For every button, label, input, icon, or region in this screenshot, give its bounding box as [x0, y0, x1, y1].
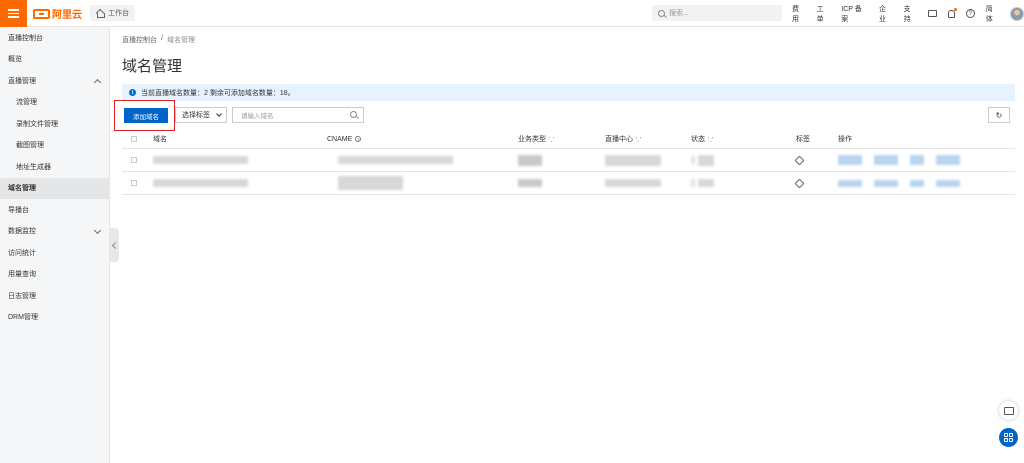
logo-text: 阿里云 — [52, 10, 82, 21]
help-icon[interactable]: ? — [965, 9, 975, 18]
link-billing[interactable]: 费用 — [792, 4, 806, 24]
breadcrumb-root[interactable]: 直播控制台 — [122, 35, 157, 45]
search-icon[interactable] — [350, 111, 357, 118]
column-business-type: 业务类型 — [518, 130, 554, 148]
notice-text: 当前直播域名数量：2 剩余可添加域名数量：18。 — [141, 89, 295, 97]
info-icon: i — [129, 89, 136, 96]
filter-icon[interactable] — [549, 136, 554, 142]
filter-icon[interactable] — [708, 136, 713, 142]
sidebar-item-access-stats[interactable]: 访问统计 — [0, 242, 109, 264]
aliyun-logo-icon — [33, 8, 50, 19]
business-type-cell-redacted — [518, 149, 542, 171]
language-switch[interactable]: 简体 — [986, 4, 1000, 24]
tag-select-label: 选择标签 — [182, 112, 210, 119]
domain-input-placeholder: 请输入域名 — [241, 113, 274, 120]
column-status: 状态 — [691, 130, 713, 148]
column-cname: CNAME? — [327, 130, 362, 148]
sidebar-item-stream[interactable]: 流管理 — [0, 92, 109, 114]
sidebar-item-url-generator[interactable]: 地址生成器 — [0, 156, 109, 178]
refresh-icon: ↻ — [995, 110, 1003, 120]
workbench-label: 工作台 — [108, 10, 129, 17]
column-status-label: 状态 — [691, 136, 705, 143]
status-cell-redacted — [691, 172, 714, 194]
column-business-type-label: 业务类型 — [518, 136, 546, 143]
sidebar-item-recording[interactable]: 录制文件管理 — [0, 113, 109, 135]
breadcrumb: 直播控制台 / 域名管理 — [122, 35, 195, 45]
sidebar-collapse-handle[interactable] — [110, 228, 119, 262]
top-links: 费用 工单 ICP 备案 企业 支持 ? 简体 — [792, 0, 1024, 27]
table-row — [122, 172, 1015, 195]
tag-select-dropdown[interactable]: 选择标签 — [175, 107, 227, 123]
column-live-center: 直播中心 — [605, 130, 641, 148]
column-cname-label: CNAME — [327, 135, 353, 143]
table-header: 域名 CNAME? 业务类型 直播中心 状态 标签 操作 — [122, 130, 1015, 149]
sidebar-item-logs[interactable]: 日志管理 — [0, 285, 109, 307]
column-domain: 域名 — [153, 136, 167, 143]
cname-cell-redacted — [338, 172, 403, 194]
sidebar-item-usage[interactable]: 用量查询 — [0, 264, 109, 286]
tag-icon[interactable] — [794, 172, 805, 194]
filter-icon[interactable] — [636, 136, 641, 142]
search-placeholder: 搜索... — [669, 10, 689, 17]
chevron-down-icon — [216, 111, 222, 117]
row-checkbox[interactable] — [131, 172, 137, 194]
sidebar-item-director[interactable]: 导播台 — [0, 199, 109, 221]
column-actions: 操作 — [838, 136, 852, 143]
apps-float-button[interactable] — [999, 428, 1018, 447]
business-type-cell-redacted — [518, 172, 542, 194]
sidebar-item-overview[interactable]: 概览 — [0, 49, 109, 71]
chevron-up-icon — [93, 78, 102, 87]
search-icon — [658, 9, 665, 17]
sidebar-item-snapshot[interactable]: 截图管理 — [0, 135, 109, 157]
chevron-down-icon — [93, 226, 102, 234]
live-center-cell-redacted — [605, 149, 661, 171]
breadcrumb-current: 域名管理 — [166, 37, 195, 44]
link-icp[interactable]: ICP 备案 — [841, 4, 868, 24]
tag-icon[interactable] — [794, 149, 805, 171]
add-domain-button[interactable]: 添加域名 — [124, 108, 168, 123]
avatar[interactable] — [1010, 6, 1024, 21]
cname-cell-redacted — [338, 149, 453, 171]
top-navigation-bar: 阿里云 工作台 搜索... 费用 工单 ICP 备案 企业 支持 ? 简体 — [0, 0, 1024, 27]
help-icon[interactable]: ? — [355, 136, 362, 142]
refresh-button[interactable]: ↻ — [988, 107, 1010, 123]
screen-icon[interactable] — [928, 10, 938, 17]
sidebar-item-drm[interactable]: DRM管理 — [0, 307, 109, 329]
actions-cell-redacted[interactable] — [838, 149, 960, 171]
page-title: 域名管理 — [122, 58, 183, 75]
link-enterprise[interactable]: 企业 — [879, 4, 893, 24]
live-center-cell-redacted — [605, 172, 661, 194]
column-tags: 标签 — [796, 136, 810, 143]
sidebar-item-label: 直播管理 — [8, 77, 36, 85]
chat-float-button[interactable] — [999, 401, 1018, 420]
domain-search-input[interactable]: 请输入域名 — [232, 107, 364, 123]
global-search-input[interactable]: 搜索... — [652, 5, 782, 21]
status-cell-redacted — [691, 149, 714, 171]
bell-icon[interactable] — [948, 7, 957, 18]
sidebar-item-domain-management[interactable]: 域名管理 — [0, 177, 109, 199]
sidebar-item-label: 数据监控 — [8, 228, 36, 236]
actions-cell-redacted[interactable] — [838, 172, 960, 194]
domain-cell-redacted[interactable] — [153, 172, 248, 194]
select-all-checkbox[interactable] — [131, 130, 137, 148]
sidebar: 直播控制台 概览 直播管理 流管理 录制文件管理 截图管理 地址生成器 域名管理… — [0, 27, 110, 463]
domain-table: 域名 CNAME? 业务类型 直播中心 状态 标签 操作 — [122, 130, 1015, 195]
sidebar-header[interactable]: 直播控制台 — [0, 27, 109, 49]
link-support[interactable]: 支持 — [904, 4, 918, 24]
workbench-button[interactable]: 工作台 — [90, 5, 135, 21]
sidebar-item-monitoring[interactable]: 数据监控 — [0, 221, 109, 243]
domain-cell-redacted[interactable] — [153, 149, 248, 171]
aliyun-logo[interactable]: 阿里云 — [33, 7, 82, 21]
sidebar-item-live-management[interactable]: 直播管理 — [0, 70, 109, 92]
info-notice: i 当前直播域名数量：2 剩余可添加域名数量：18。 — [122, 84, 1015, 101]
link-tickets[interactable]: 工单 — [817, 4, 831, 24]
breadcrumb-separator: / — [161, 35, 163, 42]
row-checkbox[interactable] — [131, 149, 137, 171]
home-icon — [96, 10, 105, 18]
hamburger-menu-icon[interactable] — [0, 0, 27, 27]
column-live-center-label: 直播中心 — [605, 136, 633, 143]
table-row — [122, 149, 1015, 172]
